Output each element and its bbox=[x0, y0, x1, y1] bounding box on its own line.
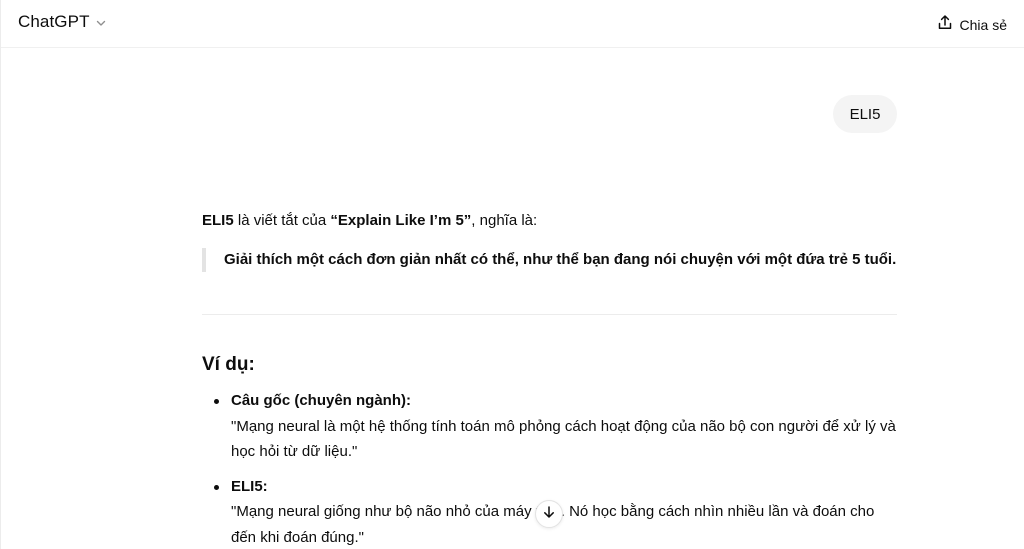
list-item: Câu gốc (chuyên ngành): "Mạng neural là … bbox=[202, 388, 897, 465]
share-label: Chia sẻ bbox=[959, 17, 1007, 33]
bullet bbox=[214, 399, 219, 404]
blockquote: Giải thích một cách đơn giản nhất có thể… bbox=[202, 248, 896, 272]
share-button[interactable]: Chia sẻ bbox=[937, 14, 1007, 36]
share-icon bbox=[937, 14, 953, 36]
arrow-down-icon bbox=[542, 505, 556, 524]
example-title: ELI5: bbox=[231, 477, 268, 495]
chat-window: ChatGPT Chia sẻ ELI5 ELI5 là viết tắt củ… bbox=[0, 0, 1024, 549]
intro-term: ELI5 bbox=[202, 212, 234, 229]
example-title: Câu gốc (chuyên ngành): bbox=[231, 392, 411, 409]
examples-heading: Ví dụ: bbox=[202, 354, 255, 375]
divider bbox=[202, 314, 897, 315]
top-bar: ChatGPT Chia sẻ bbox=[1, 0, 1024, 48]
model-switcher[interactable]: ChatGPT bbox=[18, 12, 107, 32]
intro-expansion: “Explain Like I’m 5” bbox=[330, 212, 472, 229]
intro-paragraph: ELI5 là viết tắt của “Explain Like I’m 5… bbox=[202, 212, 537, 229]
model-name: ChatGPT bbox=[18, 12, 90, 31]
chevron-down-icon bbox=[95, 16, 107, 28]
example-text: "Mạng neural là một hệ thống tính toán m… bbox=[231, 417, 896, 461]
intro-middle: là viết tắt của bbox=[233, 212, 331, 229]
bullet bbox=[214, 484, 219, 490]
scroll-to-bottom-button[interactable] bbox=[535, 500, 563, 528]
user-message: ELI5 bbox=[833, 95, 897, 133]
intro-tail: , nghĩa là: bbox=[471, 212, 538, 229]
example-text: "Mạng neural giống như bộ não nhỏ của má… bbox=[231, 503, 875, 546]
